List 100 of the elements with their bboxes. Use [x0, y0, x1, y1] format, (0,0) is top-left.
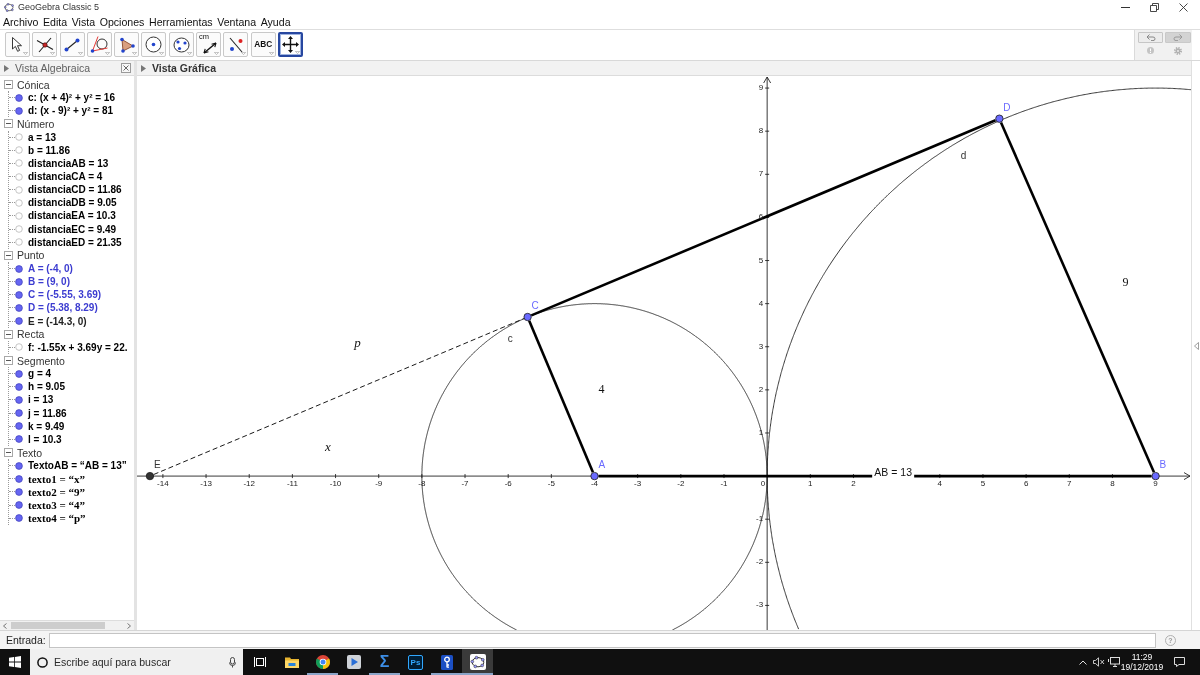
visibility-dot-icon[interactable]	[15, 422, 23, 431]
object-definition[interactable]: distanciaCA = 4	[28, 171, 103, 183]
object-definition[interactable]: B = (9, 0)	[28, 276, 70, 288]
object-definition[interactable]: distanciaEC = 9.49	[28, 223, 117, 235]
object-definition[interactable]: distanciaDB = 9.05	[28, 197, 117, 209]
left-arrow-icon[interactable]	[1193, 341, 1199, 350]
hidden-dot-icon[interactable]	[15, 159, 23, 168]
object-definition[interactable]: i = 13	[28, 394, 54, 406]
hidden-dot-icon[interactable]	[15, 146, 23, 155]
visibility-dot-icon[interactable]	[15, 93, 23, 102]
text-label[interactable]: AB = 13	[872, 465, 914, 479]
visibility-dot-icon[interactable]	[15, 369, 23, 378]
microphone-icon[interactable]	[229, 656, 236, 668]
object-definition[interactable]: texto1 = “x”	[28, 472, 85, 485]
input-field[interactable]	[48, 632, 1156, 648]
segment-line[interactable]	[528, 320, 595, 473]
point-marker[interactable]	[1151, 472, 1160, 481]
minimize-icon[interactable]	[1121, 6, 1130, 8]
collapse-icon[interactable]	[4, 250, 13, 260]
object-definition[interactable]: distanciaAB = 13	[28, 157, 109, 169]
collapse-icon[interactable]	[4, 80, 13, 90]
object-definition[interactable]: j = 11.86	[28, 407, 67, 419]
menu-item[interactable]: Ventana	[217, 15, 257, 28]
taskbar-button[interactable]	[462, 649, 493, 675]
object-definition[interactable]: distanciaED = 21.35	[28, 236, 122, 248]
object-definition[interactable]: texto2 = “9”	[28, 485, 85, 498]
visibility-dot-icon[interactable]	[15, 382, 23, 391]
taskbar-button[interactable]: Σ	[369, 649, 400, 675]
clock-time[interactable]: 11:29	[1131, 652, 1153, 662]
visibility-dot-icon[interactable]	[15, 435, 23, 444]
visibility-dot-icon[interactable]	[15, 501, 23, 510]
triangle-icon[interactable]	[4, 64, 9, 72]
object-definition[interactable]: distanciaEA = 10.3	[28, 210, 116, 222]
object-definition[interactable]: g = 4	[28, 368, 52, 380]
text-label[interactable]: 4	[598, 383, 605, 395]
tool-button[interactable]	[277, 32, 303, 57]
visibility-dot-icon[interactable]	[15, 487, 23, 496]
visibility-dot-icon[interactable]	[15, 277, 23, 286]
scrollbar-thumb[interactable]	[11, 622, 105, 629]
object-definition[interactable]: f: -1.55x + 3.69y = 22.	[28, 341, 128, 353]
horizontal-scrollbar[interactable]	[0, 620, 134, 630]
hidden-dot-icon[interactable]	[15, 198, 23, 207]
task-view-icon[interactable]	[253, 657, 266, 667]
menu-item[interactable]: Vista	[71, 15, 96, 28]
muted-speaker-icon[interactable]	[1093, 657, 1105, 667]
hidden-dot-icon[interactable]	[15, 343, 23, 352]
search-bar[interactable]: Escribe aquí para buscar	[30, 649, 243, 675]
hidden-dot-icon[interactable]	[15, 238, 23, 247]
close-icon[interactable]	[121, 63, 131, 73]
chevron-up-icon[interactable]	[1079, 659, 1087, 665]
object-definition[interactable]: texto4 = “p”	[28, 512, 86, 525]
point-marker[interactable]	[590, 472, 599, 481]
group-label[interactable]: Recta	[17, 328, 45, 341]
object-definition[interactable]: TextoAB = “AB = 13”	[28, 460, 127, 472]
collapse-icon[interactable]	[4, 356, 13, 365]
group-label[interactable]: Texto	[17, 446, 43, 459]
hidden-dot-icon[interactable]	[15, 185, 23, 194]
menu-item[interactable]: Archivo	[3, 15, 39, 28]
hidden-dot-icon[interactable]	[15, 172, 23, 181]
visibility-dot-icon[interactable]	[15, 395, 23, 404]
text-label[interactable]: p	[354, 335, 361, 349]
menu-item[interactable]: Ayuda	[260, 15, 291, 28]
object-definition[interactable]: b = 11.86	[28, 144, 70, 156]
visibility-dot-icon[interactable]	[15, 409, 23, 418]
group-label[interactable]: Punto	[17, 249, 45, 262]
monitor-icon[interactable]	[1108, 657, 1120, 667]
taskbar-button[interactable]: Ps	[400, 649, 431, 675]
hidden-dot-icon[interactable]	[15, 133, 23, 142]
object-definition[interactable]: texto3 = “4”	[28, 499, 85, 512]
visibility-dot-icon[interactable]	[15, 303, 23, 312]
collapse-icon[interactable]	[4, 329, 13, 339]
menu-item[interactable]: Opciones	[99, 15, 145, 28]
visibility-dot-icon[interactable]	[15, 290, 23, 299]
object-definition[interactable]: h = 9.05	[28, 381, 65, 393]
search-field[interactable]: Escribe aquí para buscar	[54, 654, 225, 670]
point-marker[interactable]	[995, 114, 1004, 123]
segment-line[interactable]	[598, 474, 1152, 478]
group-label[interactable]: Número	[17, 118, 55, 130]
object-definition[interactable]: E = (-14.3, 0)	[28, 315, 87, 327]
restore-icon[interactable]	[1150, 2, 1159, 12]
hidden-dot-icon[interactable]	[15, 211, 23, 220]
undo-button[interactable]	[1138, 32, 1163, 43]
menu-item[interactable]: Herramientas	[149, 15, 213, 28]
text-label[interactable]: x	[324, 439, 331, 453]
ring-icon[interactable]	[37, 656, 48, 668]
tool-button[interactable]: ABC	[250, 32, 276, 57]
collapse-icon[interactable]	[4, 448, 13, 457]
object-definition[interactable]: C = (-5.55, 3.69)	[28, 289, 102, 301]
object-definition[interactable]: a = 13	[28, 131, 57, 143]
object-definition[interactable]: A = (-4, 0)	[28, 263, 73, 275]
group-label[interactable]: Segmento	[17, 354, 65, 367]
object-definition[interactable]: D = (5.38, 8.29)	[28, 302, 98, 314]
hidden-dot-icon[interactable]	[15, 225, 23, 234]
visibility-dot-icon[interactable]	[15, 264, 23, 273]
clock-date[interactable]: 19/12/2019	[1120, 662, 1164, 672]
group-label[interactable]: Cónica	[17, 78, 50, 91]
object-definition[interactable]: l = 10.3	[28, 433, 62, 445]
notification-icon[interactable]	[1174, 657, 1185, 667]
object-definition[interactable]: d: (x - 9)² + y² = 81	[28, 105, 114, 117]
text-label[interactable]: 9	[1122, 275, 1129, 288]
